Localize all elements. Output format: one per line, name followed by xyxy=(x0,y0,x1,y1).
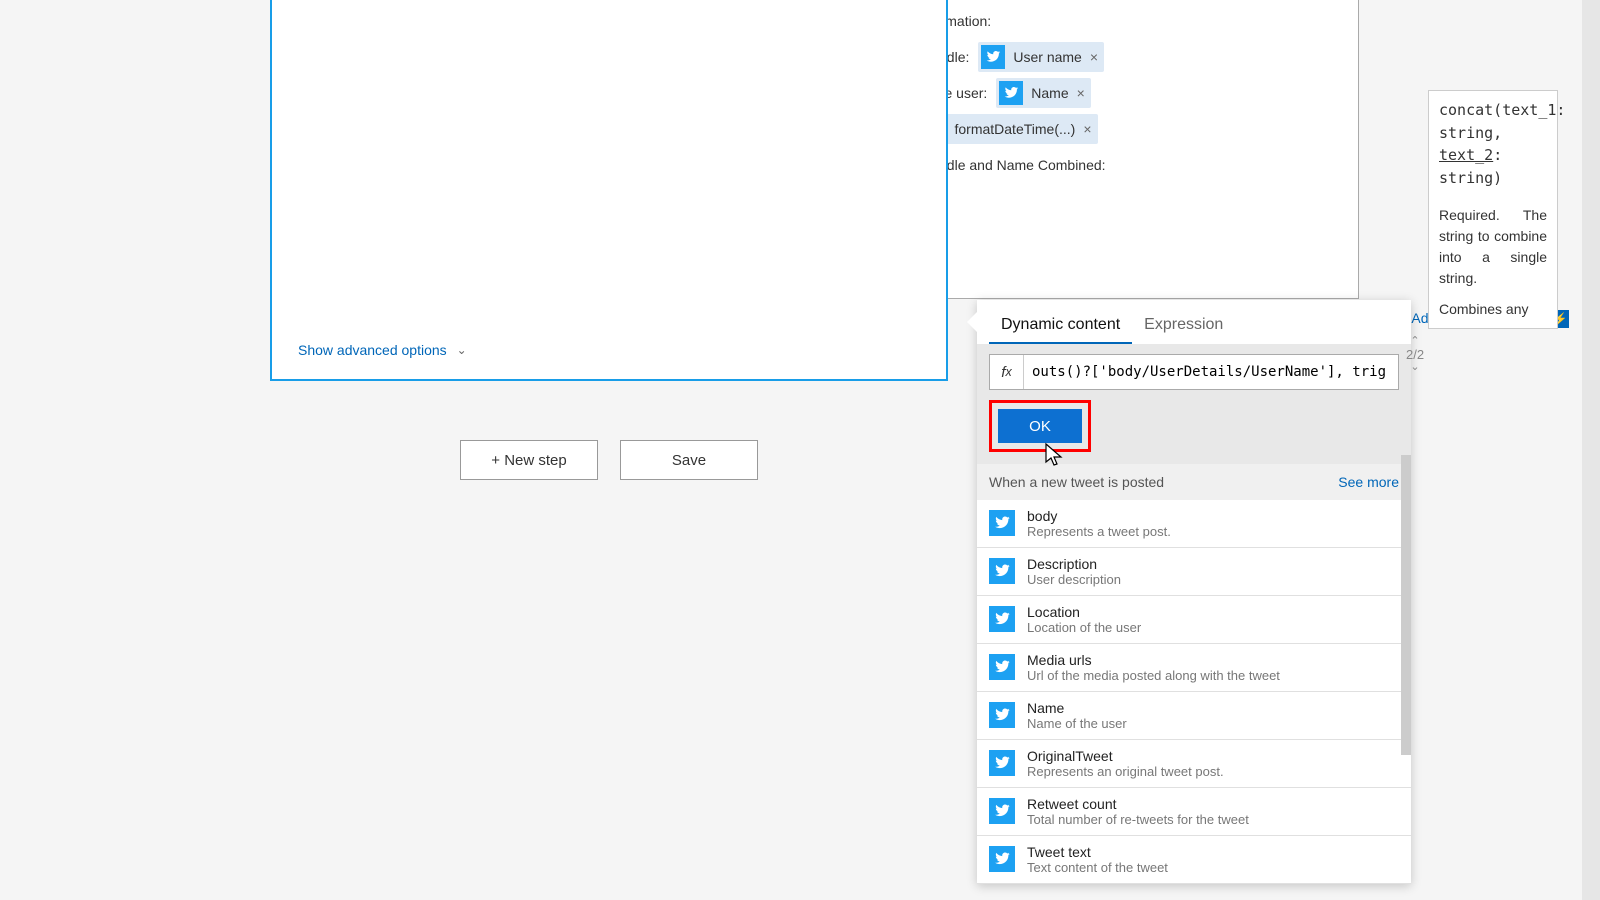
token-username[interactable]: User name × xyxy=(978,42,1104,72)
twitter-icon xyxy=(999,81,1023,105)
tab-expression[interactable]: Expression xyxy=(1132,308,1235,344)
token-label: Name xyxy=(1031,85,1068,101)
fx-icon: fx xyxy=(990,355,1024,389)
twitter-icon xyxy=(989,750,1015,776)
twitter-icon xyxy=(989,654,1015,680)
item-desc: Represents a tweet post. xyxy=(1027,524,1171,539)
item-title: Location xyxy=(1027,604,1141,620)
twitter-icon xyxy=(989,510,1015,536)
section-title: When a new tweet is posted xyxy=(989,474,1164,490)
sig-part: concat(text_1: string, xyxy=(1439,101,1565,142)
function-signature-tooltip: concat(text_1: string, text_2: string) R… xyxy=(1428,90,1558,329)
twitter-icon xyxy=(989,846,1015,872)
item-desc: Represents an original tweet post. xyxy=(1027,764,1224,779)
dynamic-content-item[interactable]: NameName of the user xyxy=(977,692,1411,740)
dynamic-content-item[interactable]: DescriptionUser description xyxy=(977,548,1411,596)
save-button[interactable]: Save xyxy=(620,440,758,480)
item-desc: Text content of the tweet xyxy=(1027,860,1168,875)
dynamic-content-item[interactable]: Media urlsUrl of the media posted along … xyxy=(977,644,1411,692)
item-desc: Name of the user xyxy=(1027,716,1127,731)
show-advanced-label: Show advanced options xyxy=(298,342,447,358)
dynamic-content-item[interactable]: LocationLocation of the user xyxy=(977,596,1411,644)
tab-dynamic-content[interactable]: Dynamic content xyxy=(989,308,1132,344)
sig-description: Required. The string to combine into a s… xyxy=(1439,205,1547,289)
token-label: formatDateTime(...) xyxy=(954,121,1075,137)
item-title: Retweet count xyxy=(1027,796,1249,812)
item-title: Tweet text xyxy=(1027,844,1168,860)
dynamic-content-item[interactable]: OriginalTweetRepresents an original twee… xyxy=(977,740,1411,788)
item-title: body xyxy=(1027,508,1171,524)
scrollbar-thumb[interactable] xyxy=(1401,455,1411,755)
action-card: Show advanced options ⌄ xyxy=(270,0,948,381)
close-icon[interactable]: × xyxy=(1090,49,1098,65)
close-icon[interactable]: × xyxy=(1077,85,1085,101)
ok-button[interactable]: OK xyxy=(998,409,1082,443)
chevron-down-icon: ⌄ xyxy=(457,343,467,357)
twitter-icon xyxy=(981,45,1005,69)
item-title: Description xyxy=(1027,556,1121,572)
twitter-icon xyxy=(989,558,1015,584)
close-icon[interactable]: × xyxy=(1083,121,1091,137)
twitter-icon xyxy=(989,798,1015,824)
item-title: Name xyxy=(1027,700,1127,716)
dynamic-content-item[interactable]: Retweet countTotal number of re-tweets f… xyxy=(977,788,1411,836)
signature-pager[interactable]: ⌃ 2/2 ⌄ xyxy=(1406,336,1424,373)
see-more-link[interactable]: See more xyxy=(1338,474,1399,490)
chevron-down-icon[interactable]: ⌄ xyxy=(1406,362,1424,373)
item-desc: Total number of re-tweets for the tweet xyxy=(1027,812,1249,827)
dynamic-content-item[interactable]: Tweet textText content of the tweet xyxy=(977,836,1411,884)
twitter-icon xyxy=(989,606,1015,632)
item-title: Media urls xyxy=(1027,652,1280,668)
window-scrollbar[interactable] xyxy=(1582,0,1600,900)
token-name[interactable]: Name × xyxy=(996,78,1091,108)
item-desc: User description xyxy=(1027,572,1121,587)
sig-active-param: text_2 xyxy=(1439,146,1493,164)
twitter-icon xyxy=(989,702,1015,728)
pager-text: 2/2 xyxy=(1406,347,1424,362)
item-desc: Location of the user xyxy=(1027,620,1141,635)
sig-more: Combines any xyxy=(1439,299,1547,320)
popup-arrow xyxy=(967,312,977,332)
show-advanced-options[interactable]: Show advanced options ⌄ xyxy=(298,342,467,358)
dynamic-content-list[interactable]: bodyRepresents a tweet post.DescriptionU… xyxy=(977,500,1411,884)
dynamic-content-item[interactable]: bodyRepresents a tweet post. xyxy=(977,500,1411,548)
item-desc: Url of the media posted along with the t… xyxy=(1027,668,1280,683)
token-label: User name xyxy=(1013,49,1081,65)
highlight-box: OK xyxy=(989,400,1091,452)
expression-input-wrap: fx xyxy=(989,354,1399,390)
dynamic-content-popup: Dynamic content Expression fx OK When a … xyxy=(977,300,1411,884)
new-step-button[interactable]: + New step xyxy=(460,440,598,480)
chevron-up-icon[interactable]: ⌃ xyxy=(1406,336,1424,347)
expression-input[interactable] xyxy=(1024,358,1398,386)
item-title: OriginalTweet xyxy=(1027,748,1224,764)
